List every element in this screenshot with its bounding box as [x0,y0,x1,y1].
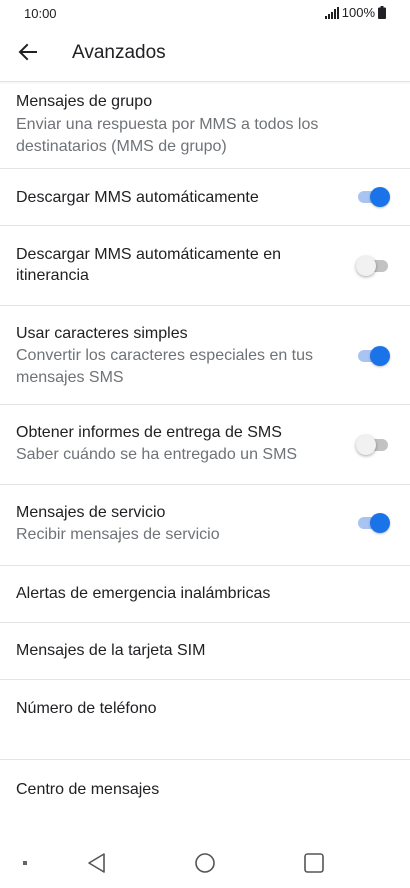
recents-dot-icon [23,861,27,865]
nav-home-button[interactable] [193,851,217,875]
setting-phone-number[interactable]: Número de teléfono [0,680,410,760]
setting-title: Mensajes de la tarjeta SIM [16,642,206,659]
nav-back-button[interactable] [84,851,108,875]
setting-summary: Enviar una respuesta por MMS a todos los… [16,116,319,155]
simple-characters-switch[interactable] [356,346,390,366]
setting-title: Alertas de emergencia inalámbricas [16,585,271,602]
auto-download-mms-switch[interactable] [356,187,390,207]
setting-service-messages[interactable]: Mensajes de servicio Recibir mensajes de… [0,485,410,566]
setting-summary: Recibir mensajes de servicio [16,526,220,543]
app-bar: Avanzados [0,26,410,82]
switch-thumb [370,513,390,533]
setting-message-center[interactable]: Centro de mensajes [0,760,410,820]
switch-thumb [370,346,390,366]
signal-icon [324,6,339,19]
switch-thumb [356,435,376,455]
page-title: Avanzados [72,42,166,63]
battery-icon [378,6,386,19]
switch-thumb [370,187,390,207]
status-icons: 100% [324,5,386,20]
arrow-left-icon [18,43,37,61]
setting-summary: Saber cuándo se ha entregado un SMS [16,446,298,463]
status-time: 10:00 [24,6,57,21]
setting-title: Descargar MMS automáticamente en itinera… [16,246,281,284]
setting-group-messages[interactable]: Mensajes de grupo Enviar una respuesta p… [0,82,410,169]
setting-sim-card-messages[interactable]: Mensajes de la tarjeta SIM [0,623,410,680]
service-messages-switch[interactable] [356,513,390,533]
recents-dot-button[interactable] [13,851,37,875]
setting-auto-download-mms[interactable]: Descargar MMS automáticamente [0,169,410,226]
setting-title: Centro de mensajes [16,781,160,798]
setting-title: Obtener informes de entrega de SMS [16,424,282,441]
home-circle-icon [195,853,215,873]
setting-auto-download-mms-roaming[interactable]: Descargar MMS automáticamente en itinera… [0,226,410,306]
status-bar: 10:00 100% [0,0,410,26]
setting-title: Mensajes de grupo [16,93,153,110]
switch-thumb [356,256,376,276]
setting-title: Número de teléfono [16,700,157,717]
back-triangle-icon [88,853,105,873]
setting-sms-delivery-reports[interactable]: Obtener informes de entrega de SMS Saber… [0,405,410,485]
setting-summary: Convertir los caracteres especiales en t… [16,347,314,386]
settings-list: Mensajes de grupo Enviar una respuesta p… [0,82,410,820]
setting-title: Descargar MMS automáticamente [16,189,259,206]
sms-delivery-reports-switch[interactable] [356,435,390,455]
navigation-bar [0,838,410,888]
back-button[interactable] [12,36,44,68]
overview-square-icon [304,853,324,873]
nav-overview-button[interactable] [302,851,326,875]
setting-simple-characters[interactable]: Usar caracteres simples Convertir los ca… [0,306,410,405]
setting-title: Mensajes de servicio [16,504,166,521]
setting-title: Usar caracteres simples [16,325,188,342]
battery-percentage: 100% [341,5,375,20]
setting-wireless-emergency-alerts[interactable]: Alertas de emergencia inalámbricas [0,566,410,623]
auto-download-mms-roaming-switch[interactable] [356,256,390,276]
